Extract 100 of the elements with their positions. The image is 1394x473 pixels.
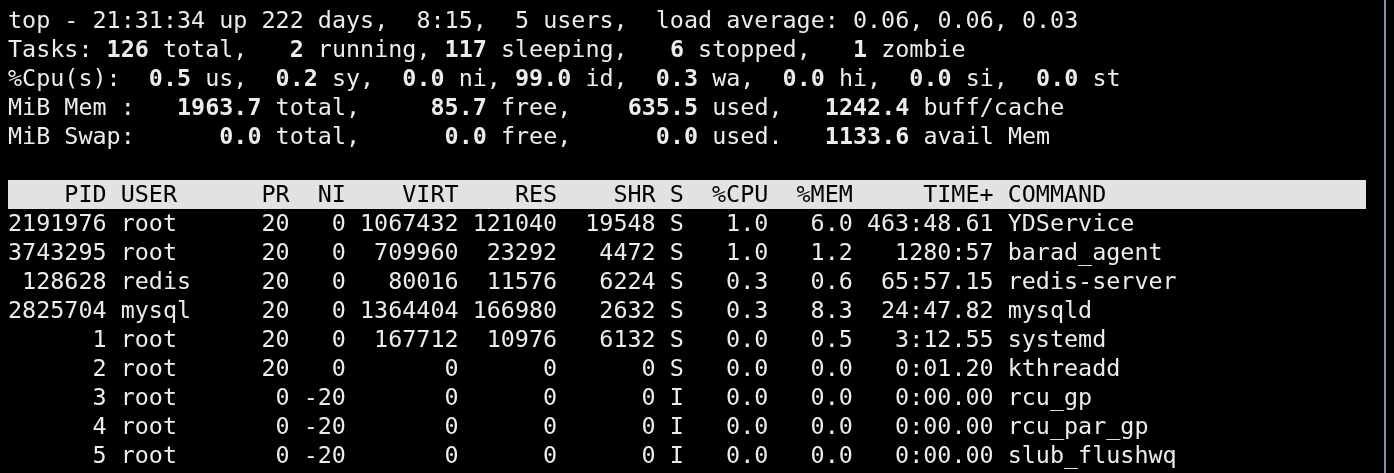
table-cell-text: 0.3 xyxy=(725,267,769,296)
column-header: PID xyxy=(63,180,107,209)
table-cell-text: 167712 xyxy=(373,325,459,354)
column-header: TIME+ xyxy=(922,180,994,209)
summary-line: %Cpu(s): 0.5 us, 0.2 sy, 0.0 ni, 99.0 id, 0.3 wa, 0.0 hi, 0.0 si, 0.0 st xyxy=(8,64,1121,93)
table-cell-text: 0 xyxy=(330,325,346,354)
table-cell-text: 0.0 xyxy=(725,325,769,354)
table-cell: S xyxy=(669,296,684,325)
table-cell-text: 0:00.00 xyxy=(894,441,994,470)
table-cell-text: 20 xyxy=(260,267,290,296)
table-cell-text: 24:47.82 xyxy=(879,296,994,325)
table-cell-text: 0 xyxy=(443,412,459,441)
table-cell-text: 0 xyxy=(330,354,346,383)
summary-line: top - 21:31:34 up 222 days, 8:15, 5 users, load average: 0.06, 0.06, 0.03 xyxy=(8,6,1079,35)
table-cell-text: 0:00.00 xyxy=(894,383,994,412)
table-cell: YDService xyxy=(1007,209,1135,238)
table-cell-text: 1.2 xyxy=(809,238,853,267)
table-cell: 121040 xyxy=(472,209,558,238)
table-cell-text: 0.0 xyxy=(809,383,853,412)
table-cell-text: 0.0 xyxy=(809,412,853,441)
table-cell-text: 1280:57 xyxy=(894,238,994,267)
table-cell-text: 0 xyxy=(443,441,459,470)
table-cell-text: 4 xyxy=(91,412,107,441)
table-cell-text: 80016 xyxy=(387,267,459,296)
table-cell-text: 0.0 xyxy=(725,354,769,383)
table-cell-text: 0 xyxy=(274,412,290,441)
table-cell-text: root xyxy=(120,383,178,412)
summary-line: Tasks: 126 total, 2 running, 117 sleeping, 6 stopped, 1 zombie xyxy=(8,35,966,64)
table-cell: S xyxy=(669,325,684,354)
column-header: SHR xyxy=(612,180,656,209)
column-header: PR xyxy=(260,180,290,209)
column-header: %CPU xyxy=(711,180,769,209)
table-cell-text: 0.0 xyxy=(809,441,853,470)
table-cell-text: 6.0 xyxy=(809,209,853,238)
table-cell-text: 0 xyxy=(330,238,346,267)
table-cell: S xyxy=(669,267,684,296)
table-cell-text: 20 xyxy=(260,325,290,354)
table-cell: mysqld xyxy=(1007,296,1093,325)
table-cell-text: root xyxy=(120,441,178,470)
table-cell-text: 0.5 xyxy=(809,325,853,354)
column-header: VIRT xyxy=(401,180,459,209)
table-cell: redis-server xyxy=(1007,267,1177,296)
table-cell-text: 2 xyxy=(91,354,107,383)
table-cell: 3743295 xyxy=(8,238,107,267)
table-cell: rcu_gp xyxy=(1007,383,1093,412)
table-cell-text: 0 xyxy=(542,383,558,412)
table-cell-text: 0:01.20 xyxy=(894,354,994,383)
table-cell-text: 0.0 xyxy=(725,412,769,441)
table-cell-text: 0 xyxy=(542,412,558,441)
table-cell-text: 0 xyxy=(443,354,459,383)
summary-line: MiB Mem : 1963.7 total, 85.7 free, 635.5 used, 1242.4 buff/cache xyxy=(8,93,1065,122)
table-cell-text: 20 xyxy=(260,238,290,267)
table-cell-text: 6224 xyxy=(598,267,656,296)
table-cell: 166980 xyxy=(472,296,558,325)
table-cell: S xyxy=(669,238,684,267)
table-cell-text: 0 xyxy=(330,209,346,238)
table-cell: 2191976 xyxy=(8,209,107,238)
table-cell: -20 xyxy=(303,412,346,441)
table-cell: systemd xyxy=(1007,325,1107,354)
table-cell: 1364404 xyxy=(360,296,459,325)
table-cell-text: root xyxy=(120,412,178,441)
table-cell-text: 20 xyxy=(260,209,290,238)
table-cell-text: 0 xyxy=(443,383,459,412)
table-cell: barad_agent xyxy=(1007,238,1163,267)
column-header: S xyxy=(669,180,684,209)
table-cell-text: root xyxy=(120,209,178,238)
table-cell-text: 709960 xyxy=(373,238,459,267)
column-header: NI xyxy=(316,180,346,209)
table-cell-text: 0 xyxy=(640,412,656,441)
table-cell-text: 65:57.15 xyxy=(879,267,994,296)
table-cell: 2825704 xyxy=(8,296,107,325)
table-cell: 1067432 xyxy=(360,209,459,238)
table-cell-text: 0.0 xyxy=(725,441,769,470)
table-cell-text: 0 xyxy=(640,354,656,383)
table-cell-text: root xyxy=(120,325,178,354)
column-header: %MEM xyxy=(795,180,853,209)
table-cell: I xyxy=(669,441,684,470)
table-cell: I xyxy=(669,383,684,412)
table-cell-text: 20 xyxy=(260,296,290,325)
summary-line: MiB Swap: 0.0 total, 0.0 free, 0.0 used. 1133.6 avail Mem xyxy=(8,122,1051,151)
table-cell: -20 xyxy=(303,441,346,470)
table-cell-text: 128628 xyxy=(21,267,107,296)
table-cell-text: 0 xyxy=(274,383,290,412)
table-cell-text: mysql xyxy=(120,296,193,325)
table-cell: -20 xyxy=(303,383,346,412)
table-cell-text: 10976 xyxy=(485,325,558,354)
table-cell-text: 0.0 xyxy=(809,354,853,383)
table-cell: 463:48.61 xyxy=(866,209,994,238)
table-cell-text: 0 xyxy=(274,441,290,470)
table-cell-text: 0.3 xyxy=(725,296,769,325)
table-cell-text: 3:12.55 xyxy=(894,325,994,354)
table-cell-text: 0:00.00 xyxy=(894,412,994,441)
table-cell-text: 19548 xyxy=(584,209,656,238)
table-cell-text: root xyxy=(120,354,178,383)
table-cell-text: 20 xyxy=(260,354,290,383)
table-cell-text: 1.0 xyxy=(725,238,769,267)
table-cell-text: 3 xyxy=(91,383,107,412)
table-cell: I xyxy=(669,412,684,441)
table-cell-text: 0 xyxy=(330,267,346,296)
column-header: USER xyxy=(120,180,178,209)
